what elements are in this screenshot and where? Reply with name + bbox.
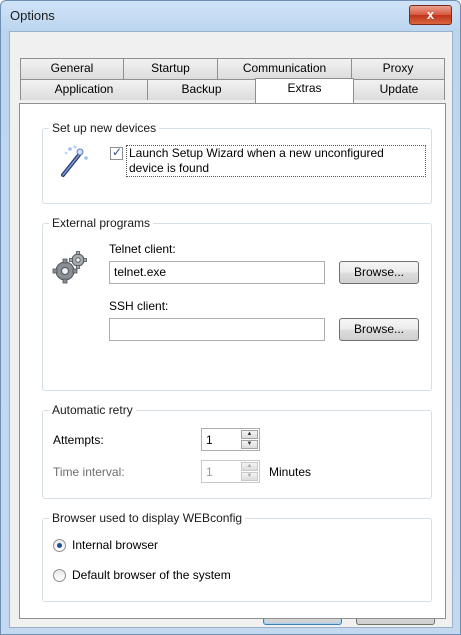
automatic-retry-group: Automatic retry Attempts: 1 ▲ ▼ Time int… (42, 403, 432, 499)
time-interval-label: Time interval: (53, 465, 125, 479)
default-browser-label[interactable]: Default browser of the system (72, 568, 231, 582)
tab-application[interactable]: Application (20, 79, 148, 100)
default-browser-radio[interactable] (53, 569, 66, 582)
time-interval-spinner[interactable]: 1 ▲ ▼ (201, 460, 260, 483)
telnet-browse-button[interactable]: Browse... (339, 261, 419, 284)
close-button[interactable]: x (409, 5, 452, 25)
options-dialog: Options x General Startup Communication … (0, 0, 461, 635)
setup-devices-group: Set up new devices ✓ Launch Setup Wizard… (42, 121, 432, 204)
spin-down-arrow-icon[interactable]: ▼ (241, 472, 258, 481)
attempts-value: 1 (206, 433, 213, 447)
ssh-client-input[interactable] (109, 318, 325, 341)
dialog-client-area: General Startup Communication Proxy Appl… (9, 31, 453, 628)
wizard-wand-icon (55, 143, 91, 179)
attempts-label: Attempts: (53, 433, 104, 447)
spin-up-arrow-icon[interactable]: ▲ (241, 462, 258, 471)
tab-general[interactable]: General (20, 58, 124, 79)
setup-devices-legend: Set up new devices (49, 121, 160, 135)
ssh-browse-button[interactable]: Browse... (339, 318, 419, 341)
external-programs-legend: External programs (49, 216, 154, 230)
external-programs-group: External programs Telnet client: telnet.… (42, 216, 432, 391)
tab-backup[interactable]: Backup (147, 79, 256, 100)
spin-up-arrow-icon[interactable]: ▲ (241, 430, 258, 439)
browser-legend: Browser used to display WEBconfig (49, 511, 246, 525)
extras-panel: Set up new devices ✓ Launch Setup Wizard… (19, 103, 446, 619)
tab-communication[interactable]: Communication (217, 58, 352, 79)
tab-proxy[interactable]: Proxy (351, 58, 445, 79)
telnet-client-label: Telnet client: (109, 242, 176, 256)
tab-update[interactable]: Update (353, 79, 445, 100)
spin-down-arrow-icon[interactable]: ▼ (241, 440, 258, 449)
telnet-client-input[interactable]: telnet.exe (109, 261, 325, 284)
tab-startup[interactable]: Startup (123, 58, 218, 79)
internal-browser-label[interactable]: Internal browser (72, 538, 158, 552)
automatic-retry-legend: Automatic retry (49, 403, 136, 417)
browser-group: Browser used to display WEBconfig Intern… (42, 511, 432, 602)
launch-wizard-checkbox[interactable]: ✓ (110, 145, 123, 160)
time-interval-unit: Minutes (269, 465, 312, 479)
window-title: Options (10, 8, 55, 23)
close-icon: x (426, 7, 435, 22)
tab-extras[interactable]: Extras (255, 78, 354, 103)
title-bar[interactable]: Options x (1, 1, 460, 31)
internal-browser-radio[interactable] (53, 539, 66, 552)
time-interval-value: 1 (206, 465, 213, 479)
ssh-client-label: SSH client: (109, 299, 169, 313)
attempts-spinner[interactable]: 1 ▲ ▼ (201, 428, 260, 451)
launch-wizard-label[interactable]: Launch Setup Wizard when a new unconfigu… (126, 145, 426, 177)
gears-icon (52, 250, 88, 286)
radio-selected-dot (57, 543, 62, 548)
checkmark-icon: ✓ (112, 145, 123, 159)
